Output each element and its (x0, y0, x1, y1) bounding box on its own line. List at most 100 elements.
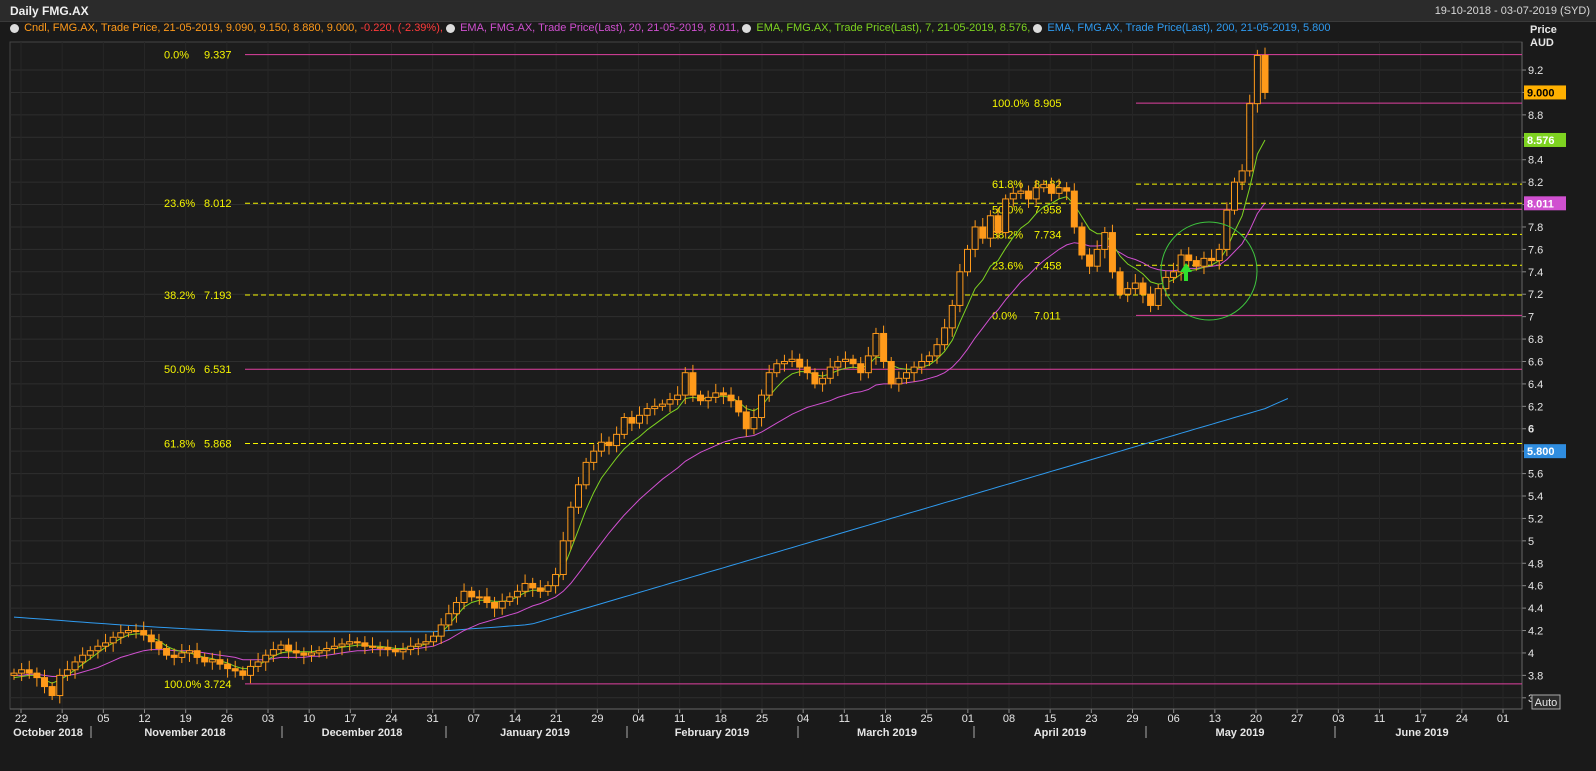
candle-body (155, 641, 163, 649)
candle-body (307, 652, 315, 656)
candle-body (506, 596, 514, 602)
x-tick-label: 11 (839, 713, 850, 725)
candle-body (704, 396, 712, 402)
candle-body (918, 360, 926, 368)
candle-body (590, 450, 598, 463)
candle-body (1185, 254, 1193, 262)
candle-body (48, 686, 56, 697)
x-tick-label: 12 (138, 713, 150, 725)
candle-body (117, 632, 125, 638)
candle-body (796, 358, 804, 368)
y-tick-label: 8.4 (1528, 155, 1543, 167)
candle-body (1093, 248, 1101, 267)
candle-body (620, 417, 628, 435)
candle-body (536, 587, 544, 592)
x-tick-label: 25 (756, 713, 768, 725)
x-month-label: January 2019 (500, 727, 570, 739)
candle-body (742, 411, 750, 430)
candle-body (1253, 54, 1261, 105)
candle-body (246, 665, 254, 676)
y-tick-label: 5.2 (1528, 513, 1543, 525)
candle-body (132, 630, 140, 633)
x-tick-label: 17 (344, 713, 356, 725)
candle-body (1124, 288, 1132, 295)
candle-body (697, 394, 705, 402)
candle-body (1215, 248, 1223, 262)
candle-body (857, 363, 865, 374)
candle-body (628, 417, 636, 424)
candle-body (826, 366, 834, 379)
y-tick-label: 5 (1528, 536, 1534, 548)
candle-body (1032, 187, 1040, 200)
x-tick-label: 06 (1168, 713, 1180, 725)
fib-pct-label: 61.8% (992, 179, 1023, 191)
candle-body (758, 394, 766, 419)
x-tick-label: 15 (1044, 713, 1056, 725)
candle-body (574, 484, 582, 508)
x-tick-label: 03 (262, 713, 274, 725)
candle-body (208, 659, 216, 663)
y-tick-label: 7.2 (1528, 289, 1543, 301)
candle-body (170, 654, 178, 658)
candle-body (323, 647, 331, 652)
y-tick-label: 4.6 (1528, 581, 1543, 593)
axis-header-currency: AUD (1530, 37, 1554, 49)
y-tick-label: 4 (1528, 648, 1534, 660)
y-tick-label: 8.8 (1528, 110, 1543, 122)
candle-body (94, 645, 102, 652)
candle-body (216, 659, 224, 665)
candle-body (468, 590, 476, 598)
candle-body (819, 377, 827, 385)
fib-pct-label: 50.0% (164, 364, 195, 376)
candle-body (1230, 181, 1238, 211)
candle-body (399, 649, 407, 653)
candle-body (719, 392, 727, 396)
x-tick-label: 05 (97, 713, 109, 725)
price-badge-value: 9.000 (1527, 87, 1555, 99)
y-tick-label: 8.2 (1528, 177, 1543, 189)
fib-value-label: 7.958 (1034, 204, 1062, 216)
x-tick-label: 23 (1085, 713, 1097, 725)
x-tick-label: 01 (1497, 713, 1509, 725)
price-chart[interactable]: 3.63.844.24.44.64.855.25.45.65.866.26.46… (0, 0, 1596, 771)
candle-body (33, 672, 41, 679)
candle-body (224, 663, 232, 670)
fib-pct-label: 23.6% (164, 198, 195, 210)
candle-body (948, 304, 956, 329)
candle-body (964, 248, 972, 273)
candle-body (1147, 293, 1155, 306)
candle-body (1002, 198, 1010, 234)
x-month-label: March 2019 (857, 727, 917, 739)
x-tick-label: 10 (303, 713, 315, 725)
candle-body (1070, 190, 1078, 228)
fib-pct-label: 61.8% (164, 439, 195, 451)
y-tick-label: 7 (1528, 312, 1534, 324)
x-tick-label: 29 (1126, 713, 1138, 725)
x-tick-label: 11 (674, 713, 685, 725)
candle-body (1261, 54, 1269, 93)
fib-value-label: 8.905 (1034, 98, 1062, 110)
x-tick-label: 17 (1415, 713, 1427, 725)
candle-body (941, 327, 949, 346)
candle-body (361, 642, 369, 647)
candle-body (1063, 187, 1071, 192)
auto-button-label[interactable]: Auto (1535, 697, 1558, 709)
x-tick-label: 01 (962, 713, 974, 725)
candle-body (1009, 192, 1017, 200)
candle-body (430, 635, 438, 643)
candle-body (1131, 282, 1139, 290)
candle-body (933, 344, 941, 357)
candle-body (521, 582, 529, 592)
candle-body (41, 677, 49, 688)
fib-pct-label: 100.0% (164, 679, 202, 691)
candle-body (582, 461, 590, 486)
x-tick-label: 22 (15, 713, 27, 725)
candle-body (803, 366, 811, 374)
y-tick-label: 6.4 (1528, 379, 1543, 391)
candle-body (529, 582, 537, 589)
candle-body (1108, 232, 1116, 273)
x-month-label: May 2019 (1216, 727, 1265, 739)
candle-body (552, 573, 560, 587)
candle-body (643, 408, 651, 416)
x-month-label: April 2019 (1034, 727, 1087, 739)
